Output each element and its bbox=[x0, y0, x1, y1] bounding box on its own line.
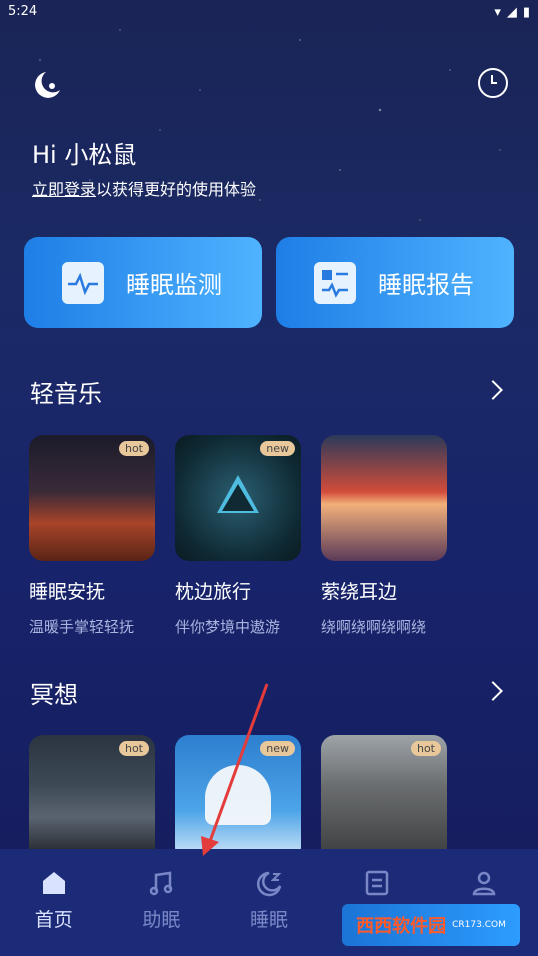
sleep-report-label: 睡眠报告 bbox=[378, 271, 474, 299]
hot-badge: hot bbox=[118, 741, 149, 756]
feature-cards: 睡眠监测 睡眠报告 bbox=[24, 237, 514, 328]
hot-badge: hot bbox=[410, 741, 441, 756]
status-bar: 5:24 ▾ ◢ ▮ bbox=[0, 0, 538, 24]
tab-sleep[interactable]: 睡眠 bbox=[229, 869, 309, 956]
light-music-more-chevron-icon[interactable] bbox=[483, 380, 503, 400]
meditation-tile[interactable]: hot bbox=[29, 735, 155, 861]
login-prompt-text: 以获得更好的使用体验 bbox=[96, 180, 257, 199]
triangle-inner bbox=[222, 484, 254, 511]
section-title-light-music: 轻音乐 bbox=[30, 380, 102, 408]
music-thumbnail: hot bbox=[29, 435, 155, 561]
tile-title: 萦绕耳边 bbox=[321, 581, 398, 603]
login-link[interactable]: 立即登录 bbox=[32, 180, 96, 199]
greeting-title: Hi 小松鼠 bbox=[32, 141, 137, 169]
signal-icon: ◢ bbox=[506, 4, 517, 20]
moon-logo-icon[interactable] bbox=[30, 68, 64, 102]
watermark-sub: CR173.COM bbox=[452, 920, 506, 930]
document-icon bbox=[365, 870, 388, 896]
tab-home-label: 首页 bbox=[34, 909, 73, 931]
new-badge: new bbox=[260, 441, 295, 456]
watermark-logo: 西西软件园 CR173.COM bbox=[342, 904, 520, 946]
history-clock-icon[interactable] bbox=[478, 68, 508, 98]
moon-zz-icon bbox=[256, 871, 282, 897]
meditation-tile[interactable]: hot bbox=[321, 735, 447, 861]
tile-subtitle: 温暖手掌轻轻抚 bbox=[29, 618, 135, 636]
music-thumbnail bbox=[321, 435, 447, 561]
sleep-report-card[interactable]: 睡眠报告 bbox=[276, 237, 514, 328]
music-thumbnail: new bbox=[175, 435, 301, 561]
music-icon bbox=[150, 871, 173, 896]
tile-subtitle: 伴你梦境中遨游 bbox=[175, 618, 281, 636]
monitor-heartbeat-icon bbox=[62, 261, 104, 304]
tile-subtitle: 绕啊绕啊绕啊绕 bbox=[321, 618, 427, 636]
home-icon bbox=[42, 872, 65, 894]
tab-home[interactable]: 首页 bbox=[14, 869, 94, 956]
meditation-thumbnail: hot bbox=[321, 735, 447, 861]
user-icon bbox=[472, 871, 496, 896]
music-tile[interactable]: 萦绕耳边 绕啊绕啊绕啊绕 bbox=[321, 435, 447, 637]
sleep-monitor-label: 睡眠监测 bbox=[126, 271, 222, 299]
red-annotation-arrow bbox=[201, 683, 269, 856]
battery-icon: ▮ bbox=[522, 4, 530, 20]
status-icons: ▾ ◢ ▮ bbox=[494, 4, 530, 20]
status-time: 5:24 bbox=[8, 4, 38, 19]
wifi-icon: ▾ bbox=[494, 4, 501, 20]
report-icon bbox=[314, 261, 356, 304]
login-prompt: 立即登录以获得更好的使用体验 bbox=[32, 176, 256, 200]
tab-sleep-aid-label: 助眠 bbox=[142, 909, 181, 931]
tab-sleep-label: 睡眠 bbox=[249, 909, 288, 931]
sleep-monitor-card[interactable]: 睡眠监测 bbox=[24, 237, 262, 328]
tab-sleep-aid[interactable]: 助眠 bbox=[121, 869, 201, 956]
header-icons bbox=[30, 68, 508, 102]
music-tile[interactable]: hot 睡眠安抚 温暖手掌轻轻抚 bbox=[29, 435, 155, 637]
light-music-list: hot 睡眠安抚 温暖手掌轻轻抚 new 枕边旅行 伴你梦境中遨游 萦绕耳边 绕… bbox=[29, 435, 447, 637]
meditation-more-chevron-icon[interactable] bbox=[483, 681, 503, 701]
hot-badge: hot bbox=[118, 441, 149, 456]
section-title-meditation: 冥想 bbox=[30, 681, 78, 709]
tile-title: 睡眠安抚 bbox=[29, 581, 106, 603]
starry-background bbox=[0, 0, 538, 420]
tile-title: 枕边旅行 bbox=[175, 581, 252, 603]
watermark-text: 西西软件园 bbox=[356, 916, 447, 937]
music-tile[interactable]: new 枕边旅行 伴你梦境中遨游 bbox=[175, 435, 301, 637]
meditation-thumbnail: hot bbox=[29, 735, 155, 861]
